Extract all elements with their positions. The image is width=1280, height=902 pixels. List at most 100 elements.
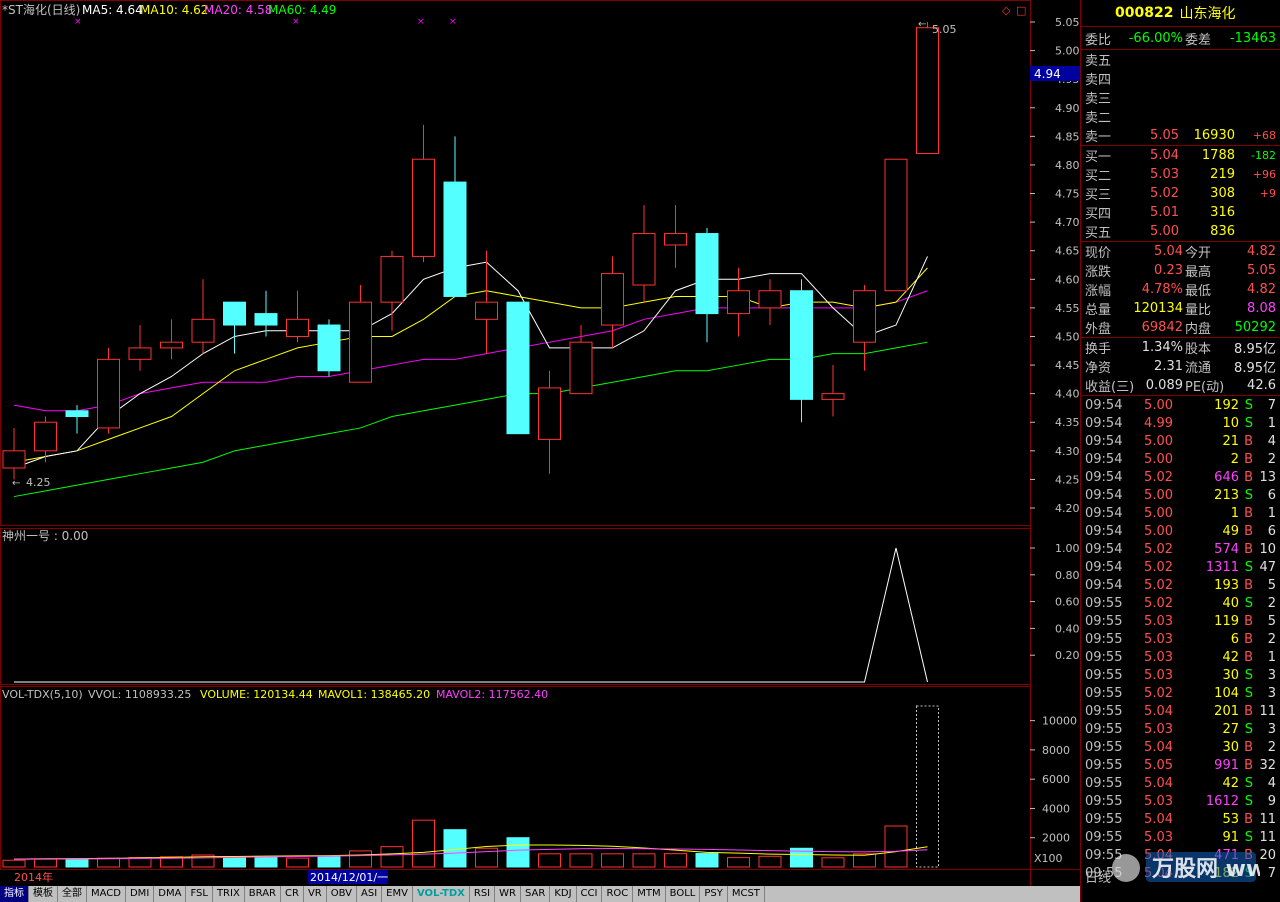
- mavol1-label: MAVOL1: 138465.20: [318, 688, 430, 701]
- candle: [790, 290, 813, 400]
- volume-axis-label: 2000: [1042, 832, 1070, 845]
- tick-row: 09:54 5.02 193 B 5: [1081, 576, 1280, 594]
- indicator-axis-label: 1.00: [1055, 542, 1080, 555]
- tab-sar[interactable]: SAR: [521, 886, 551, 902]
- tick-side: B: [1244, 577, 1253, 593]
- tab-trix[interactable]: TRIX: [213, 886, 245, 902]
- buy-row: 买四 5.01 316: [1081, 203, 1280, 222]
- tab-asi[interactable]: ASI: [357, 886, 383, 902]
- tab-macd[interactable]: MACD: [87, 886, 126, 902]
- tick-side: B: [1244, 649, 1253, 665]
- tick-count: 7: [1267, 397, 1276, 413]
- stat-row: 涨幅 4.78% 最低 4.82: [1081, 280, 1280, 299]
- high-arrow-icon: ←: [918, 19, 926, 30]
- tab-dmi[interactable]: DMI: [126, 886, 155, 902]
- tab-kdj[interactable]: KDJ: [550, 886, 577, 902]
- weibi-value: -66.00%: [1128, 30, 1183, 46]
- tick-count: 11: [1259, 811, 1276, 827]
- tab-wr[interactable]: WR: [495, 886, 521, 902]
- tick-volume: 201: [1214, 703, 1239, 719]
- tick-row: 09:55 5.03 91 S 11: [1081, 828, 1280, 846]
- tab-psy[interactable]: PSY: [700, 886, 728, 902]
- price-axis-label: 4.75: [1055, 188, 1080, 201]
- price-axis-label: 4.90: [1055, 102, 1080, 115]
- buy-row: 买三 5.02 308 +9: [1081, 184, 1280, 203]
- stat-value: 4.78%: [1141, 282, 1183, 297]
- tick-side: S: [1244, 559, 1253, 575]
- sell-row: 卖四: [1081, 69, 1280, 88]
- tab-dma[interactable]: DMA: [154, 886, 187, 902]
- indicator-line: [14, 547, 928, 683]
- price-axis-label: 5.00: [1055, 45, 1080, 58]
- order-volume: 308: [1210, 186, 1235, 201]
- stat-value: 5.04: [1154, 244, 1183, 259]
- chart-area[interactable]: 5.055.004.954.904.854.804.754.704.654.60…: [0, 0, 1080, 886]
- main-frame: [0, 0, 1031, 526]
- tick-time: 09:55: [1085, 631, 1123, 647]
- indicator-chart: 1.00 0.80 0.60 0.40 0.20: [14, 542, 1080, 683]
- square-icon[interactable]: □: [1016, 4, 1026, 17]
- candle: [884, 158, 908, 292]
- tab-obv[interactable]: OBV: [327, 886, 357, 902]
- volume-bar: [97, 857, 120, 868]
- mavol2-label: MAVOL2: 117562.40: [436, 688, 548, 701]
- tab-brar[interactable]: BRAR: [245, 886, 281, 902]
- period-label[interactable]: 日线: [1085, 867, 1111, 886]
- tab-cci[interactable]: CCI: [577, 886, 603, 902]
- tick-count: 11: [1259, 703, 1276, 719]
- tab-roc[interactable]: ROC: [602, 886, 634, 902]
- tab-vol-tdx[interactable]: VOL-TDX: [413, 886, 470, 902]
- tick-row: 09:55 5.03 42 B 1: [1081, 648, 1280, 666]
- candle: [65, 410, 89, 418]
- tick-count: 1: [1267, 649, 1276, 665]
- tick-price: 5.03: [1144, 649, 1173, 665]
- volume-bar: [286, 857, 309, 868]
- volume-axis-label: 6000: [1042, 773, 1070, 786]
- tab-指标[interactable]: 指标: [0, 886, 29, 902]
- tick-count: 3: [1267, 685, 1276, 701]
- tick-count: 2: [1267, 631, 1276, 647]
- tick-row: 09:55 5.05 991 B 32: [1081, 756, 1280, 774]
- tab-vr[interactable]: VR: [304, 886, 327, 902]
- tick-side: B: [1244, 739, 1253, 755]
- order-price: 5.02: [1150, 186, 1179, 201]
- order-change: +68: [1252, 129, 1276, 142]
- tab-fsl[interactable]: FSL: [186, 886, 213, 902]
- stat-value: 4.82: [1247, 244, 1276, 259]
- tab-emv[interactable]: EMV: [382, 886, 413, 902]
- tick-price: 5.03: [1144, 667, 1173, 683]
- price-axis-label: 4.25: [1055, 473, 1080, 486]
- stat-label: 量比: [1185, 303, 1212, 318]
- tick-side: B: [1244, 523, 1253, 539]
- tick-side: S: [1244, 793, 1253, 809]
- tick-row: 09:55 5.04 30 B 2: [1081, 738, 1280, 756]
- order-price: 5.04: [1150, 148, 1179, 163]
- diamond-icon[interactable]: ◇: [1002, 4, 1011, 17]
- tick-count: 20: [1259, 847, 1276, 863]
- tick-time: 09:55: [1085, 667, 1123, 683]
- tick-volume: 119: [1214, 613, 1239, 629]
- tick-volume: 10: [1222, 415, 1239, 431]
- tab-mcst[interactable]: MCST: [728, 886, 765, 902]
- candle: [317, 324, 341, 372]
- candle: [821, 393, 845, 400]
- tick-price: 5.00: [1144, 397, 1173, 413]
- ma20-legend: MA20: 4.58: [204, 3, 272, 17]
- volume-bar: [695, 853, 719, 868]
- tab-模板[interactable]: 模板: [29, 886, 58, 902]
- stock-code: 000822: [1115, 5, 1174, 21]
- stat-value: 50292: [1234, 320, 1276, 335]
- order-label: 买五: [1085, 226, 1112, 241]
- order-label: 卖二: [1085, 111, 1112, 126]
- tick-volume: 53: [1222, 811, 1239, 827]
- tab-cr[interactable]: CR: [281, 886, 304, 902]
- tab-rsi[interactable]: RSI: [470, 886, 496, 902]
- tick-volume: 30: [1222, 667, 1239, 683]
- tab-boll[interactable]: BOLL: [666, 886, 701, 902]
- tick-price: 5.03: [1144, 631, 1173, 647]
- ma5-legend: MA5: 4.64: [82, 3, 143, 17]
- tab-mtm[interactable]: MTM: [633, 886, 666, 902]
- tab-全部[interactable]: 全部: [58, 886, 87, 902]
- order-label: 卖五: [1085, 54, 1112, 69]
- weicha-label: 委差: [1185, 32, 1212, 48]
